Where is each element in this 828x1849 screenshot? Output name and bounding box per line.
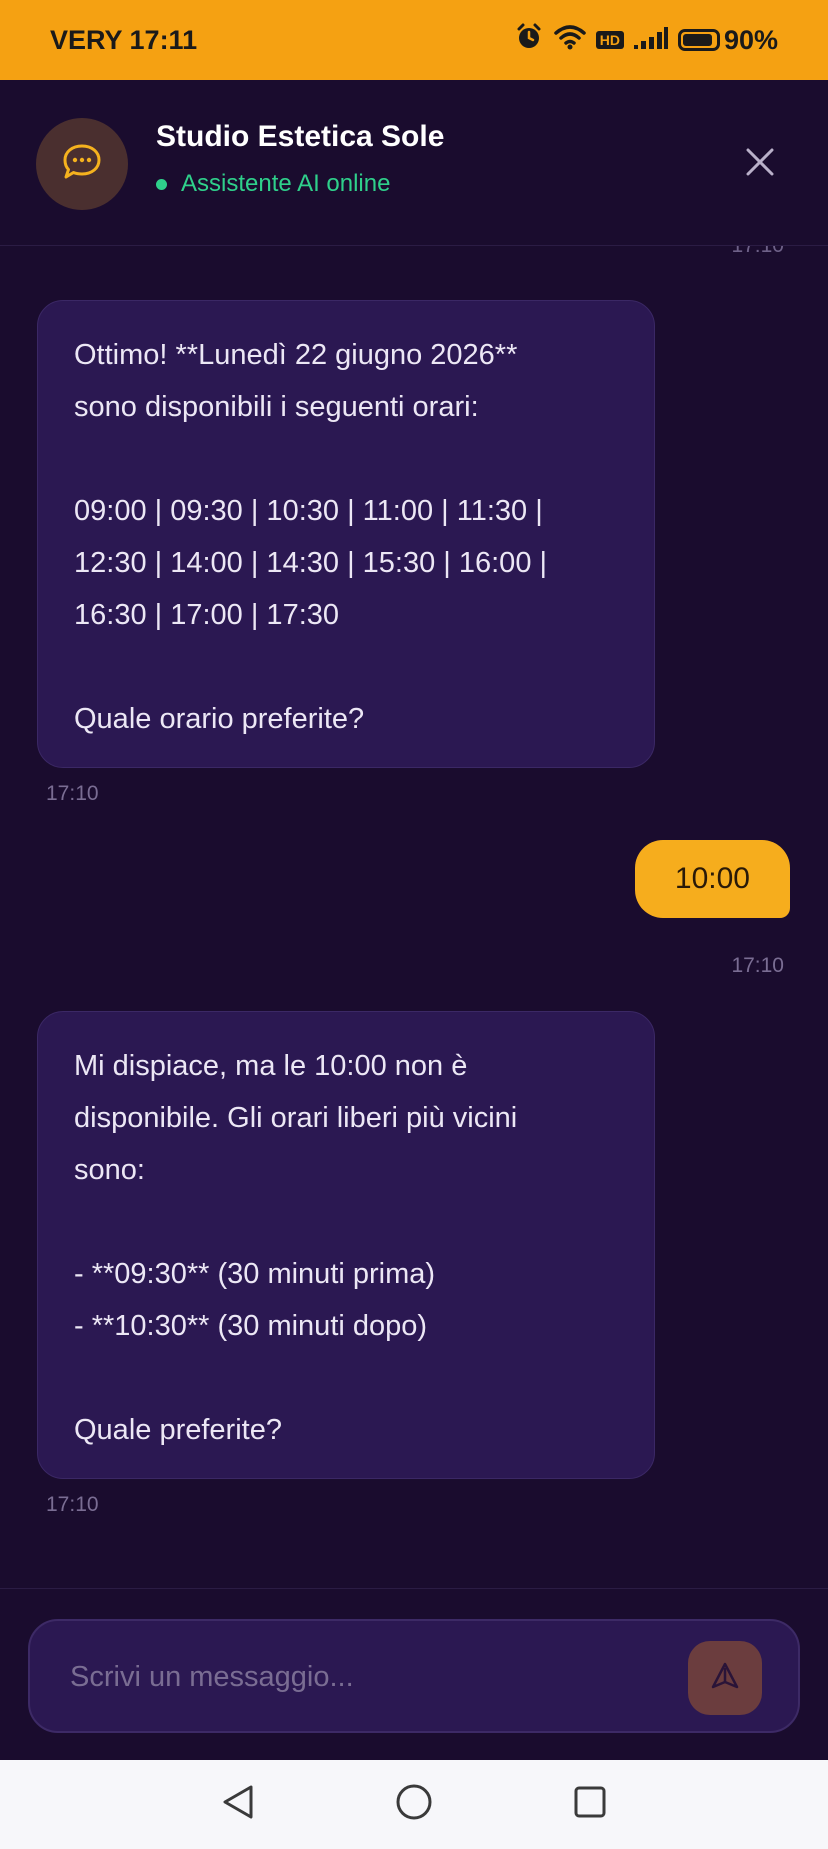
send-button[interactable] <box>688 1641 762 1715</box>
back-button[interactable] <box>208 1775 268 1835</box>
online-status-label: Assistente AI online <box>181 170 391 197</box>
carrier-time: VERY 17:11 <box>50 24 198 55</box>
chat-bubble-icon <box>61 142 103 187</box>
avatar <box>36 118 128 210</box>
status-bar: VERY 17:11 HD 90% <box>0 0 828 80</box>
online-status: Assistente AI online <box>156 170 390 198</box>
battery-icon: 90% <box>677 24 778 56</box>
message-timestamp: 17:10 <box>731 246 784 258</box>
close-button[interactable] <box>736 140 784 188</box>
battery-percent: 90% <box>723 24 778 55</box>
user-message: 10:00 <box>634 840 790 918</box>
chat-header: Studio Estetica Sole Assistente AI onlin… <box>0 80 828 246</box>
message-timestamp: 17:10 <box>46 782 99 805</box>
recents-icon <box>573 1785 607 1824</box>
composer-area <box>0 1588 828 1760</box>
hd-icon: HD <box>595 31 624 49</box>
message-list[interactable]: 17:10 Ottimo! **Lunedì 22 giugno 2026** … <box>0 246 828 1588</box>
close-icon <box>745 147 775 182</box>
signal-icon <box>633 25 668 56</box>
wifi-icon <box>553 24 586 57</box>
recents-button[interactable] <box>560 1775 620 1835</box>
alarm-icon <box>514 22 544 59</box>
battery-body <box>677 29 720 51</box>
message-composer <box>28 1619 800 1733</box>
message-timestamp: 17:10 <box>46 1493 99 1516</box>
send-icon <box>710 1661 740 1696</box>
online-dot-icon <box>156 178 167 190</box>
system-nav-bar <box>0 1760 828 1849</box>
assistant-message: Mi dispiace, ma le 10:00 non è disponibi… <box>37 1011 655 1479</box>
battery-fill <box>682 34 712 46</box>
back-icon <box>221 1784 255 1825</box>
home-icon <box>395 1783 433 1826</box>
home-button[interactable] <box>384 1775 444 1835</box>
message-timestamp: 17:10 <box>731 954 784 977</box>
chat-title: Studio Estetica Sole <box>156 120 445 153</box>
assistant-message: Ottimo! **Lunedì 22 giugno 2026** sono d… <box>37 300 655 768</box>
message-input[interactable] <box>68 1647 652 1707</box>
chat-screen: VERY 17:11 HD 90% Studio Estetica Sole A… <box>0 0 828 1849</box>
status-icons: HD 90% <box>514 22 778 59</box>
